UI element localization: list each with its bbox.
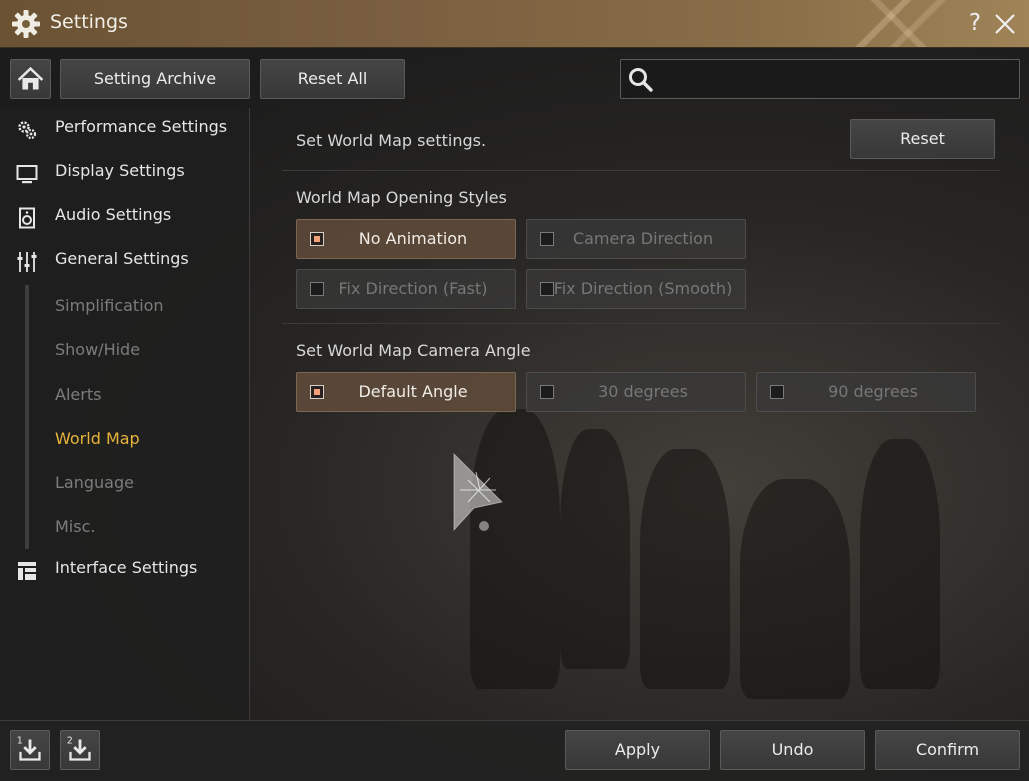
- slot-number: 2: [67, 735, 73, 746]
- sidebar-subitem-simplification[interactable]: Simplification: [55, 296, 164, 315]
- opening-styles-title: World Map Opening Styles: [296, 188, 507, 207]
- search-icon: [629, 68, 653, 92]
- save-slot-2-button[interactable]: 2: [60, 730, 100, 770]
- checkbox-icon: [310, 232, 324, 246]
- search-input[interactable]: [661, 64, 1011, 94]
- sidebar: Performance Settings Display Settings Au…: [0, 108, 250, 720]
- apply-button[interactable]: Apply: [565, 730, 710, 770]
- layout-icon: [18, 562, 36, 580]
- option-label: Fix Direction (Fast): [338, 279, 488, 298]
- sidebar-subitem-show-hide[interactable]: Show/Hide: [55, 340, 140, 359]
- sidebar-item-label: Audio Settings: [55, 205, 172, 224]
- checkbox-icon: [310, 282, 324, 296]
- sidebar-subitem-language[interactable]: Language: [55, 473, 134, 492]
- section-description: Set World Map settings.: [296, 131, 487, 150]
- close-icon[interactable]: [992, 11, 1018, 37]
- divider: [282, 170, 1000, 171]
- option-label: Fix Direction (Smooth): [553, 279, 733, 298]
- checkbox-icon: [540, 385, 554, 399]
- sidebar-subitem-world-map[interactable]: World Map: [55, 429, 140, 448]
- confirm-button[interactable]: Confirm: [875, 730, 1020, 770]
- sub-menu-line: [25, 285, 29, 549]
- help-button[interactable]: ?: [964, 9, 986, 37]
- option-camera-direction[interactable]: Camera Direction: [526, 219, 746, 259]
- option-label: Default Angle: [358, 382, 468, 401]
- slot-number: 1: [17, 735, 23, 746]
- option-fix-direction-fast[interactable]: Fix Direction (Fast): [296, 269, 516, 309]
- option-label: 30 degrees: [598, 382, 688, 401]
- sliders-icon: [17, 252, 37, 272]
- option-no-animation[interactable]: No Animation: [296, 219, 516, 259]
- sidebar-item-label: General Settings: [55, 249, 189, 268]
- sidebar-item-performance[interactable]: Performance Settings: [0, 111, 250, 147]
- sidebar-item-audio[interactable]: Audio Settings: [0, 199, 250, 235]
- monitor-icon: [16, 165, 38, 184]
- mouse-cursor-icon: [453, 452, 504, 532]
- checkbox-icon: [540, 282, 554, 296]
- sidebar-item-display[interactable]: Display Settings: [0, 155, 250, 191]
- download-slot-icon: 1: [17, 735, 41, 761]
- sidebar-subitem-alerts[interactable]: Alerts: [55, 385, 101, 404]
- sidebar-subitem-misc[interactable]: Misc.: [55, 517, 95, 536]
- gears-icon: [18, 121, 37, 140]
- option-label: 90 degrees: [828, 382, 918, 401]
- save-slot-1-button[interactable]: 1: [10, 730, 50, 770]
- option-30-degrees[interactable]: 30 degrees: [526, 372, 746, 412]
- option-fix-direction-smooth[interactable]: Fix Direction (Smooth): [526, 269, 746, 309]
- option-label: Camera Direction: [572, 229, 714, 248]
- sidebar-item-label: Display Settings: [55, 161, 185, 180]
- title-bar: Settings ?: [0, 0, 1029, 48]
- option-90-degrees[interactable]: 90 degrees: [756, 372, 976, 412]
- sidebar-item-label: Interface Settings: [55, 558, 198, 577]
- sidebar-item-label: Performance Settings: [55, 117, 228, 136]
- window-title: Settings: [50, 11, 128, 33]
- option-default-angle[interactable]: Default Angle: [296, 372, 516, 412]
- reset-all-button[interactable]: Reset All: [260, 59, 405, 99]
- settings-gear-icon: [12, 10, 40, 38]
- home-icon: [17, 66, 44, 90]
- speaker-icon: [19, 207, 35, 229]
- checkbox-icon: [540, 232, 554, 246]
- camera-angle-title: Set World Map Camera Angle: [296, 341, 531, 360]
- checkbox-icon: [310, 385, 324, 399]
- checkbox-icon: [770, 385, 784, 399]
- divider: [282, 323, 1000, 324]
- option-label: No Animation: [358, 229, 468, 248]
- title-bar-decoration: [829, 0, 969, 47]
- sidebar-item-general[interactable]: General Settings: [0, 243, 250, 279]
- setting-archive-button[interactable]: Setting Archive: [60, 59, 250, 99]
- undo-button[interactable]: Undo: [720, 730, 865, 770]
- reset-button[interactable]: Reset: [850, 119, 995, 159]
- sidebar-item-interface[interactable]: Interface Settings: [0, 552, 250, 588]
- search-box[interactable]: [620, 59, 1020, 99]
- home-button[interactable]: [10, 59, 51, 99]
- download-slot-icon: 2: [67, 735, 91, 761]
